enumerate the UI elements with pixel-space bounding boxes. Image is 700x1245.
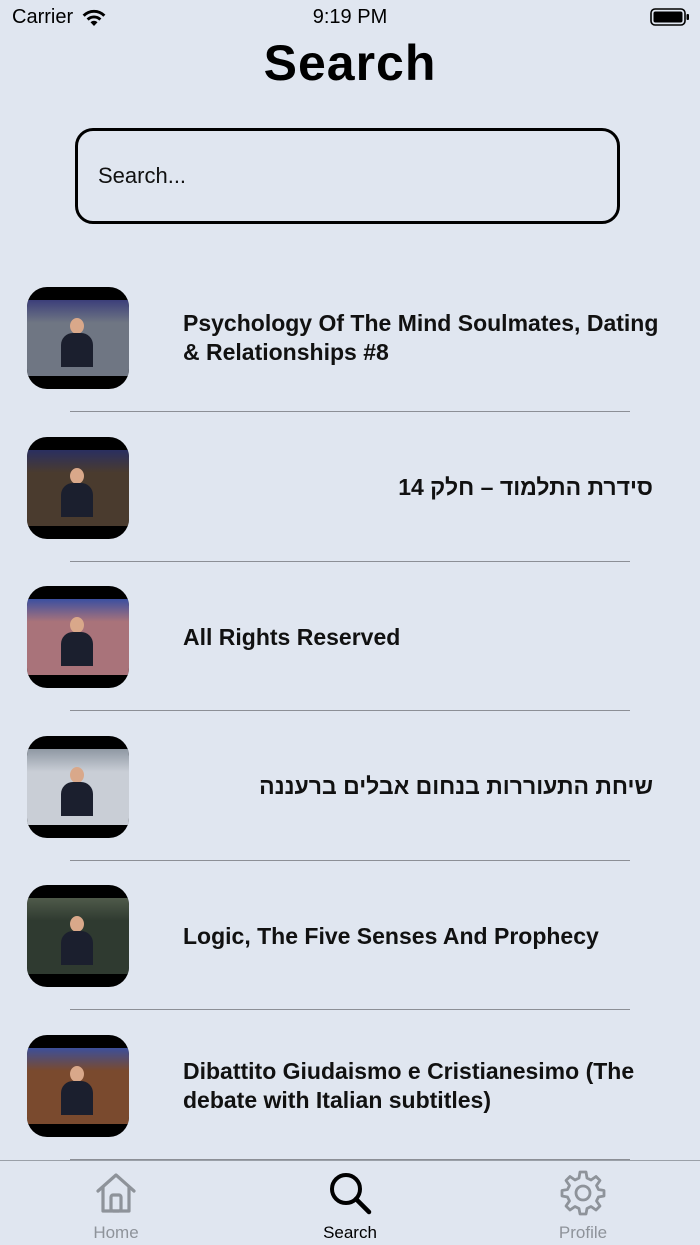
divider (70, 710, 630, 712)
page-title: Search (263, 35, 437, 91)
search-field[interactable] (75, 128, 620, 224)
video-thumbnail (27, 735, 129, 838)
divider (70, 859, 630, 861)
list-item[interactable]: שיחת התעוררות בנחום אבלים ברעננה (0, 719, 700, 869)
video-thumbnail (27, 436, 129, 539)
status-bar: Carrier 9:19 PM (0, 0, 700, 36)
divider (70, 1009, 630, 1011)
list-item-title: Dibattito Giudaismo e Cristianesimo (The… (183, 1057, 635, 1113)
list-item[interactable]: Psychology Of The Mind Soulmates, Dating… (0, 270, 700, 420)
list-item-title: All Rights Reserved (183, 623, 401, 650)
divider (70, 411, 630, 412)
divider (70, 560, 630, 562)
magnifier-icon (330, 1173, 372, 1215)
status-time: 9:19 PM (312, 6, 388, 28)
tab-label: Home (93, 1223, 139, 1242)
tab-search[interactable]: Search (290, 1169, 410, 1243)
video-thumbnail (27, 1034, 129, 1137)
list-item-title: Psychology Of The Mind Soulmates, Dating… (183, 310, 659, 365)
gear-icon (560, 1170, 606, 1216)
tab-profile[interactable]: Profile (523, 1169, 643, 1243)
battery-icon (650, 8, 690, 26)
tab-label: Profile (558, 1223, 608, 1242)
list-item[interactable]: All Rights Reserved (0, 569, 700, 719)
results-list: Psychology Of The Mind Soulmates, Dating… (0, 270, 700, 1168)
list-item[interactable]: סידרת התלמוד – חלק 14 (0, 420, 700, 570)
video-thumbnail (27, 885, 129, 988)
list-item-title: סידרת התלמוד – חלק 14 (398, 474, 653, 501)
tab-home[interactable]: Home (56, 1169, 176, 1243)
list-item-title: שיחת התעוררות בנחום אבלים ברעננה (259, 773, 653, 800)
list-item-title: Logic, The Five Senses And Prophecy (183, 922, 599, 949)
video-thumbnail (27, 586, 129, 689)
list-item[interactable]: Dibattito Giudaismo e Cristianesimo (The… (0, 1018, 700, 1168)
tab-bar: Home Search Profile (0, 1160, 700, 1245)
house-icon (96, 1173, 136, 1213)
search-input[interactable] (78, 162, 617, 190)
list-item[interactable]: Logic, The Five Senses And Prophecy (0, 868, 700, 1018)
tab-label: Search (323, 1223, 377, 1242)
video-thumbnail (27, 287, 129, 389)
